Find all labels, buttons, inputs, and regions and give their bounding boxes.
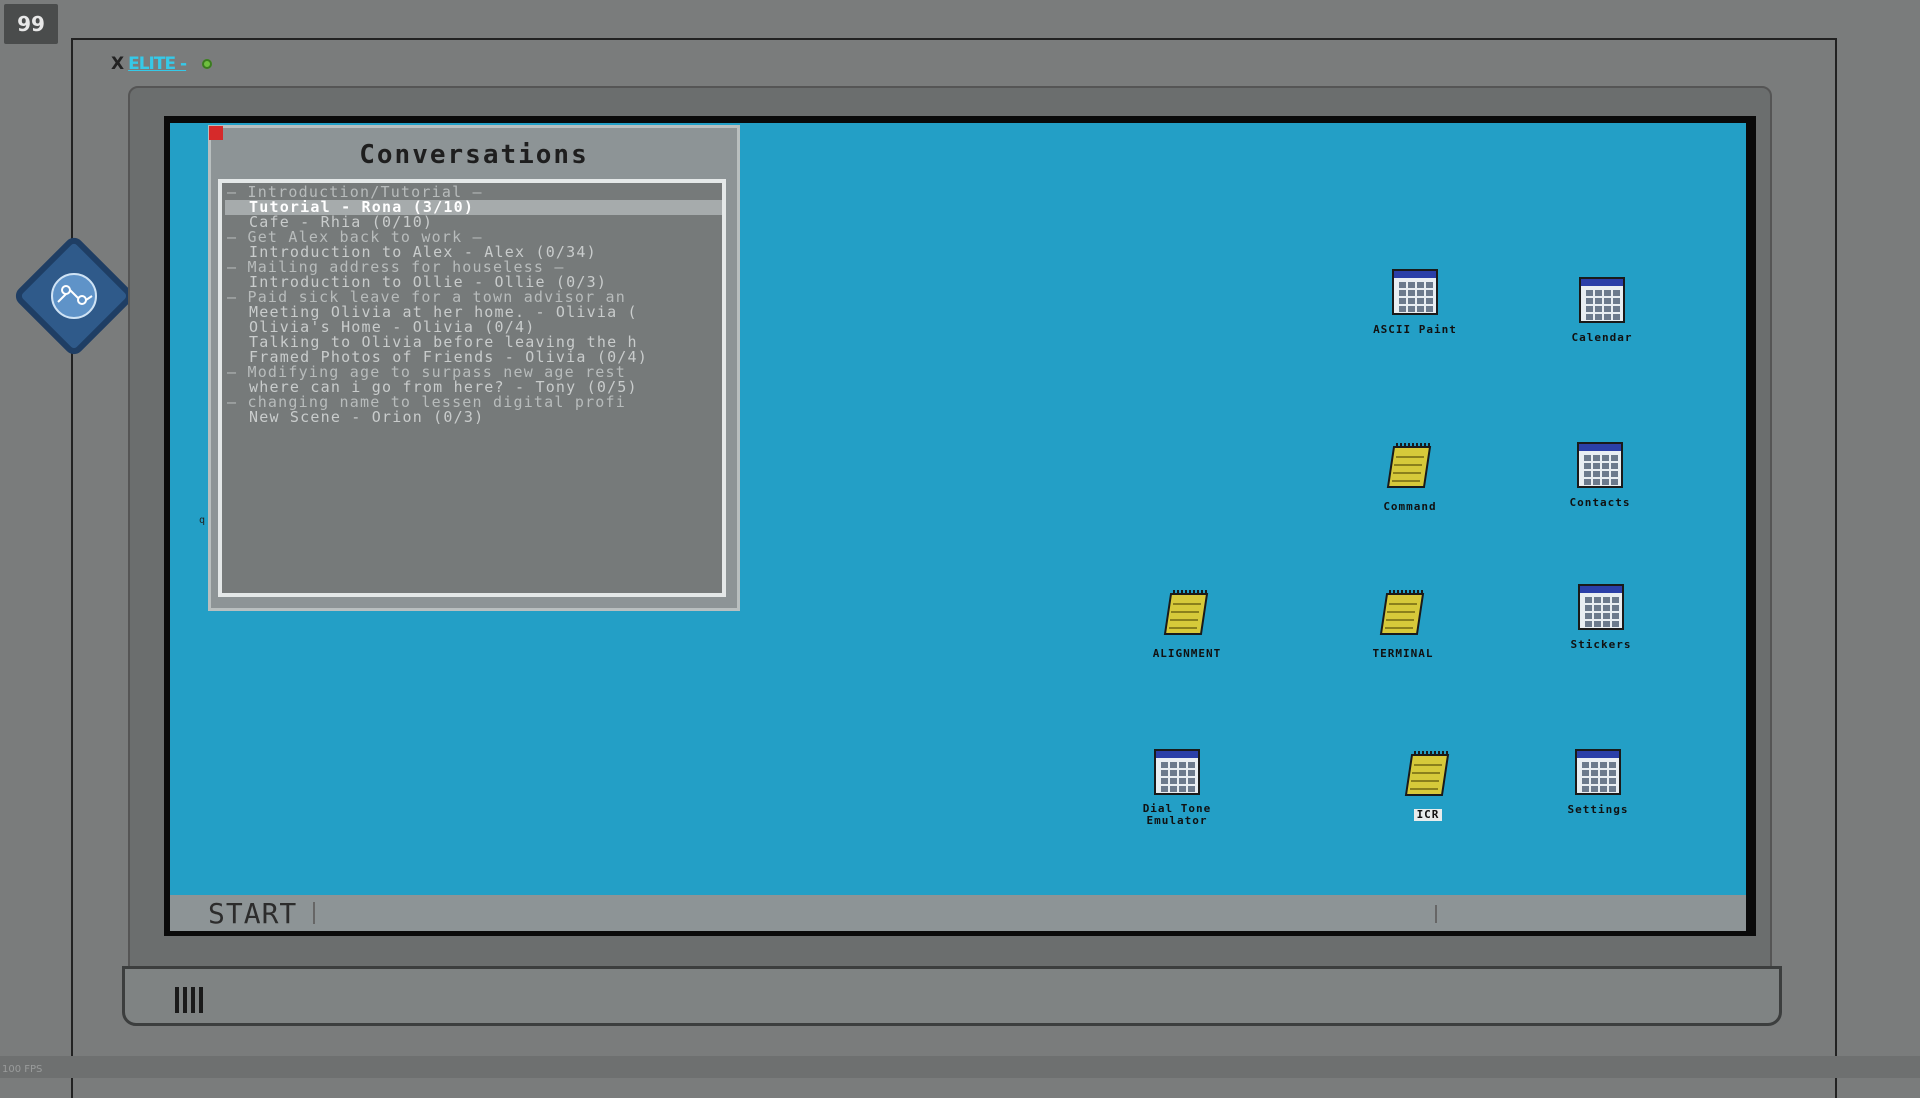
conversation-item[interactable]: Olivia's Home - Olivia (0/4) — [225, 320, 722, 335]
calendar-icon[interactable]: Calendar — [1552, 276, 1652, 344]
window-app-icon — [1365, 268, 1465, 323]
conversation-item[interactable]: Introduction to Ollie - Ollie (0/3) — [225, 275, 722, 290]
desktop-icon-label: ICR — [1413, 809, 1443, 821]
alignment-icon[interactable]: ALIGNMENT — [1137, 588, 1237, 660]
taskbar: START — [170, 895, 1746, 931]
bottom-strip — [0, 1056, 1920, 1078]
conversation-item[interactable]: Meeting Olivia at her home. - Olivia ( — [225, 305, 722, 320]
conversation-item[interactable]: where can i go from here? - Tony (0/5) — [225, 380, 722, 395]
conversation-item[interactable]: Tutorial - Rona (3/10) — [225, 200, 722, 215]
stickers-icon[interactable]: Stickers — [1551, 583, 1651, 651]
desktop-icon-label: Command — [1383, 500, 1437, 513]
ascii-paint-icon[interactable]: ASCII Paint — [1365, 268, 1465, 336]
fps-readout: 100 FPS — [2, 1064, 43, 1075]
terminal-icon[interactable]: TERMINAL — [1353, 588, 1453, 660]
desktop-icon-label: ASCII Paint — [1373, 323, 1457, 336]
notepad-icon — [1378, 749, 1478, 808]
desktop-icon-label: Settings — [1567, 803, 1629, 816]
brand-name: ELITE - — [128, 54, 187, 74]
conversation-item[interactable]: New Scene - Orion (0/3) — [225, 410, 722, 425]
conversation-group-header: — Mailing address for houseless — — [227, 260, 565, 275]
icr-icon[interactable]: ICR — [1378, 749, 1478, 821]
settings-icon[interactable]: Settings — [1548, 748, 1648, 816]
frame-counter: 99 — [4, 4, 58, 44]
conversation-item[interactable]: Cafe - Rhia (0/10) — [225, 215, 722, 230]
command-icon[interactable]: Command — [1360, 441, 1460, 513]
vent-icon — [175, 987, 203, 1013]
gem-icon — [202, 59, 213, 69]
conversation-group-header: — Get Alex back to work — — [227, 230, 483, 245]
taskbar-divider — [313, 902, 316, 924]
close-icon[interactable] — [209, 126, 223, 140]
contacts-icon[interactable]: Contacts — [1550, 441, 1650, 509]
conversations-window[interactable]: Conversations — Introduction/Tutorial — T… — [208, 125, 740, 611]
stray-character: q — [199, 515, 206, 526]
desktop-icon-label: Contacts — [1569, 496, 1631, 509]
window-app-icon — [1550, 441, 1650, 496]
monitor-base — [122, 966, 1782, 1026]
conversation-list[interactable]: — Introduction/Tutorial — Tutorial - Rona… — [218, 179, 726, 597]
desktop-icon-label: Dial Tone Emulator — [1142, 802, 1212, 827]
desktop-icon-label: ALIGNMENT — [1152, 647, 1222, 660]
taskbar-divider-right — [1435, 905, 1437, 923]
window-app-icon — [1548, 748, 1648, 803]
conversation-group-header: — Introduction/Tutorial — — [227, 185, 483, 200]
desktop-icon-label: TERMINAL — [1372, 647, 1434, 660]
desktop-icon-label: Calendar — [1571, 331, 1633, 344]
brand-logo: X ELITE - — [111, 54, 213, 74]
window-app-icon — [1127, 748, 1227, 803]
conversation-group-header: — Modifying age to surpass new age rest — [227, 365, 626, 380]
brand-prefix: X — [111, 54, 125, 74]
conversation-group-header: — Paid sick leave for a town advisor an — [227, 290, 626, 305]
notepad-icon — [1353, 588, 1453, 647]
conversation-item[interactable]: Talking to Olivia before leaving the h — [225, 335, 722, 350]
conversation-item[interactable]: Introduction to Alex - Alex (0/34) — [225, 245, 722, 260]
notepad-icon — [1360, 441, 1460, 500]
window-title: Conversations — [359, 140, 589, 170]
window-app-icon — [1552, 276, 1652, 331]
start-button[interactable]: START — [208, 897, 297, 930]
notepad-icon — [1137, 588, 1237, 647]
dial-tone-emulator-icon[interactable]: Dial Tone Emulator — [1127, 748, 1227, 827]
desktop-icon-label: Stickers — [1570, 638, 1632, 651]
conversation-item[interactable]: Framed Photos of Friends - Olivia (0/4) — [225, 350, 722, 365]
conversation-group-header: — changing name to lessen digital profi — [227, 395, 626, 410]
window-app-icon — [1551, 583, 1651, 638]
